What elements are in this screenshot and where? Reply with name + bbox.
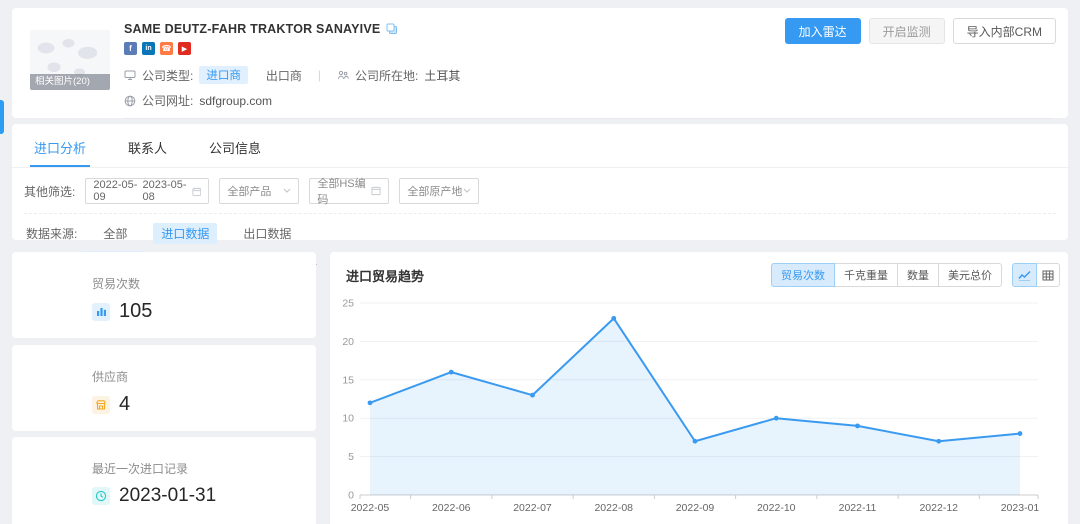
tab-company-info[interactable]: 公司信息 (209, 138, 261, 167)
last-import-value: 2023-01-31 (119, 485, 216, 507)
trade-count-label: 贸易次数 (92, 275, 316, 292)
origin-select-value: 全部原产地 (407, 183, 462, 199)
source-all[interactable]: 全部 (103, 225, 127, 242)
svg-text:20: 20 (342, 336, 354, 348)
source-export-data[interactable]: 出口数据 (243, 225, 291, 242)
tab-contacts[interactable]: 联系人 (128, 138, 167, 167)
svg-text:2022-11: 2022-11 (839, 502, 877, 514)
date-start: 2022-05-09 (93, 179, 142, 203)
data-source-row: 数据来源: 全部 进口数据 出口数据 (12, 214, 1068, 244)
date-end: 2023-05-08 (143, 179, 192, 203)
add-radar-button[interactable]: 加入雷达 (785, 18, 861, 44)
company-type-label: 公司类型: (142, 67, 193, 84)
filter-row: 其他筛选: 2022-05-09 2023-05-08 全部产品 全部HS编码 … (12, 168, 1068, 204)
location-icon (337, 69, 349, 81)
svg-text:0: 0 (348, 490, 354, 502)
line-chart-icon[interactable] (1012, 263, 1037, 287)
svg-text:2022-09: 2022-09 (676, 502, 715, 514)
header-actions: 加入雷达 开启监测 导入内部CRM (785, 18, 1056, 44)
metric-quantity-button[interactable]: 数量 (897, 263, 939, 287)
svg-text:2022-05: 2022-05 (351, 502, 390, 514)
product-select-value: 全部产品 (227, 183, 271, 199)
clock-icon (92, 487, 110, 505)
metric-trade-count-button[interactable]: 贸易次数 (771, 263, 835, 287)
chevron-down-icon (463, 188, 471, 194)
start-monitor-button[interactable]: 开启监测 (869, 18, 945, 44)
other-filter-label: 其他筛选: (24, 183, 75, 200)
tab-bar: 进口分析 联系人 公司信息 (12, 124, 1068, 168)
window-icon (371, 186, 381, 196)
data-source-label: 数据来源: (26, 225, 77, 242)
company-name: SAME DEUTZ-FAHR TRAKTOR SANAYIVE (124, 22, 380, 36)
supplier-label: 供应商 (92, 368, 316, 385)
metric-kg-weight-button[interactable]: 千克重量 (834, 263, 898, 287)
source-import-data[interactable]: 进口数据 (153, 223, 217, 244)
import-trend-chart[interactable]: 0 5 10 15 20 25 2022-05 2022-06 2022-07 2022-08 20… (330, 293, 1052, 519)
shop-icon (92, 396, 110, 414)
related-images-label[interactable]: 相关图片(20) (30, 74, 110, 90)
metric-usd-total-button[interactable]: 美元总价 (938, 263, 1002, 287)
youtube-icon[interactable]: ▶ (178, 42, 191, 55)
svg-text:2022-06: 2022-06 (432, 502, 471, 514)
hs-code-select-value: 全部HS编码 (317, 175, 371, 207)
metric-button-group: 贸易次数 千克重量 数量 美元总价 (771, 263, 1002, 287)
import-trend-card: 进口贸易趋势 贸易次数 千克重量 数量 美元总价 0 5 10 15 20 25 2022-… (330, 252, 1068, 524)
supplier-value: 4 (119, 393, 130, 416)
svg-text:2023-01: 2023-01 (1001, 502, 1040, 514)
copy-icon[interactable] (386, 23, 398, 35)
svg-text:10: 10 (342, 413, 354, 425)
company-image-thumbnail[interactable]: 相关图片(20) (30, 30, 110, 90)
trade-count-card: 贸易次数 105 (12, 252, 316, 338)
website-label: 公司网址: (142, 92, 193, 109)
bar-chart-icon (92, 303, 110, 321)
product-select[interactable]: 全部产品 (219, 178, 299, 204)
svg-text:25: 25 (342, 298, 354, 310)
chart-title: 进口贸易趋势 (346, 266, 424, 285)
last-import-label: 最近一次进口记录 (92, 460, 316, 477)
supplier-card: 供应商 4 (12, 345, 316, 431)
svg-text:15: 15 (342, 374, 354, 386)
table-icon[interactable] (1036, 263, 1060, 287)
svg-text:2022-08: 2022-08 (594, 502, 633, 514)
svg-text:2022-10: 2022-10 (757, 502, 796, 514)
sidebar-drawer-handle[interactable] (0, 100, 4, 134)
linkedin-icon[interactable]: in (142, 42, 155, 55)
tab-import-analysis[interactable]: 进口分析 (34, 138, 86, 167)
last-import-card: 最近一次进口记录 2023-01-31 (12, 437, 316, 524)
svg-text:2022-07: 2022-07 (513, 502, 552, 514)
svg-text:2022-12: 2022-12 (919, 502, 958, 514)
company-header-card: 相关图片(20) SAME DEUTZ-FAHR TRAKTOR SANAYIV… (12, 8, 1068, 118)
importer-badge[interactable]: 进口商 (199, 66, 248, 84)
phone-icon[interactable]: ☎ (160, 42, 173, 55)
import-crm-button[interactable]: 导入内部CRM (953, 18, 1056, 44)
svg-text:5: 5 (348, 451, 354, 463)
calendar-icon (192, 186, 202, 197)
analysis-panel: 进口分析 联系人 公司信息 其他筛选: 2022-05-09 2023-05-0… (12, 124, 1068, 240)
facebook-icon[interactable]: f (124, 42, 137, 55)
origin-select[interactable]: 全部原产地 (399, 178, 479, 204)
location-value: 土耳其 (424, 67, 460, 84)
location-label: 公司所在地: (355, 67, 418, 84)
trade-count-value: 105 (119, 300, 152, 323)
divider: | (318, 68, 321, 82)
chevron-down-icon (283, 188, 291, 194)
company-type-icon (124, 69, 136, 81)
globe-icon (124, 95, 136, 107)
hs-code-select[interactable]: 全部HS编码 (309, 178, 389, 204)
dotted-separator (124, 118, 1052, 119)
date-range-picker[interactable]: 2022-05-09 2023-05-08 (85, 178, 209, 204)
exporter-option[interactable]: 出口商 (266, 67, 302, 84)
view-toggle-group (1012, 263, 1060, 287)
website-value[interactable]: sdfgroup.com (199, 94, 272, 108)
